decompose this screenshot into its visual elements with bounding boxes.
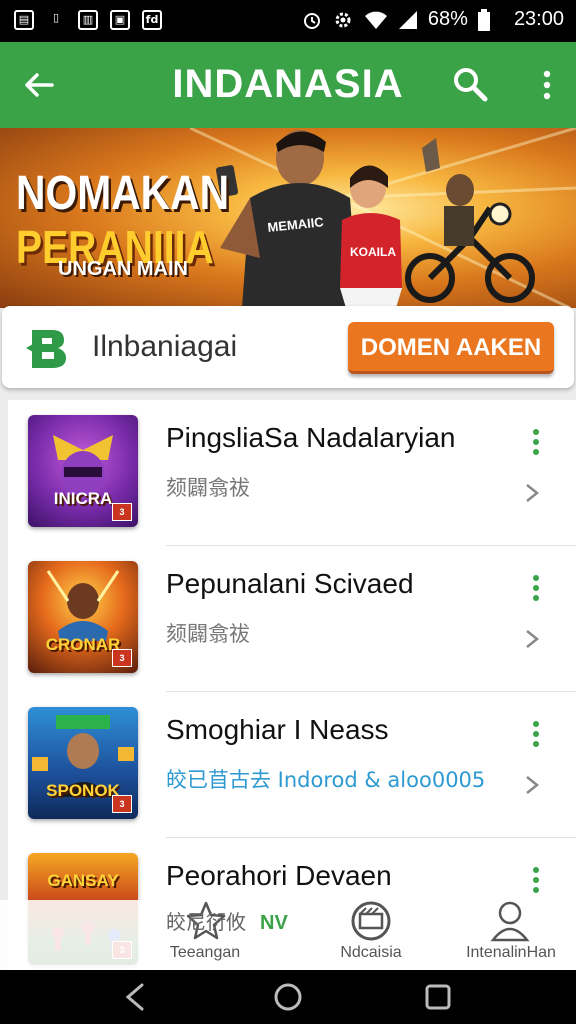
home-icon[interactable] — [273, 982, 303, 1012]
rating-badge-icon: 3 — [112, 503, 132, 521]
rating-badge-icon: 3 — [112, 795, 132, 813]
item-menu-icon[interactable] — [532, 428, 540, 456]
battery-icon — [477, 8, 490, 31]
list-item[interactable]: INICRA 3 PingsliaSa Nadalaryian 颏闢翕祓 — [8, 400, 576, 546]
nv-badge: NV — [260, 912, 288, 934]
banner-tagline: UNGAN MAIN — [58, 258, 188, 280]
app-bar: INDANASIA — [0, 42, 576, 128]
back-icon[interactable] — [122, 982, 148, 1012]
settings-gear-icon — [335, 12, 351, 27]
system-nav-bar — [0, 970, 576, 1024]
game-thumbnail: SPONOK 3 — [28, 707, 138, 819]
chevron-right-icon[interactable] — [522, 774, 542, 796]
signal-icon — [398, 10, 417, 29]
notification-icon: fd — [142, 10, 162, 30]
banner-headline: NOMAKAN — [16, 167, 230, 220]
game-list: INICRA 3 PingsliaSa Nadalaryian 颏闢翕祓 CRO… — [8, 400, 576, 970]
list-item[interactable]: SPONOK 3 Smoghiar I Neass 皎已苜古去 Indorod … — [8, 692, 576, 838]
item-subtitle: 颏闢翕祓 — [166, 476, 250, 500]
nav-extra-label: 皎尼衍攸 — [166, 910, 246, 934]
recents-icon[interactable] — [424, 983, 452, 1011]
item-menu-icon[interactable] — [532, 866, 540, 894]
nav-label: Ndcaisia — [340, 944, 402, 961]
promo-banner[interactable]: MEMAIIC KOAILA NOMAKAN PERANIIIA UNGAN M… — [0, 128, 576, 308]
account-name: Ilnbaniagai — [92, 330, 238, 363]
game-thumbnail: INICRA 3 — [28, 415, 138, 527]
item-subtitle: 颏闢翕祓 — [166, 622, 250, 646]
notification-icon: ▣ — [110, 10, 130, 30]
game-thumbnail: CRONAR 3 — [28, 561, 138, 673]
chevron-right-icon[interactable] — [522, 628, 542, 650]
thumbnail-caption: GANSAY — [47, 871, 119, 890]
rating-badge-icon: 3 — [112, 649, 132, 667]
action-card: Ilnbaniagai DOMEN AAKEN — [2, 306, 574, 388]
notification-icon: ▯ — [52, 11, 60, 24]
notification-icons: ▤ ▯ ▥ ▣ fd — [14, 10, 162, 30]
nav-tab-profile[interactable]: IntenalinHan — [456, 900, 566, 970]
app-title: INDANASIA — [172, 62, 404, 106]
item-title: PingsliaSa Nadalaryian — [166, 422, 456, 453]
chevron-right-icon[interactable] — [522, 482, 542, 504]
notification-icon: ▥ — [78, 10, 98, 30]
item-title: Smoghiar I Neass — [166, 714, 389, 745]
item-menu-icon[interactable] — [532, 720, 540, 748]
shirt-text-2: KOAILA — [350, 245, 396, 259]
bottom-nav: Teeangan Ndcaisia IntenalinHan — [0, 900, 576, 970]
list-item[interactable]: CRONAR 3 Pepunalani Scivaed 颏闢翕祓 — [8, 546, 576, 692]
clock: 23:00 — [513, 8, 564, 30]
nav-label: IntenalinHan — [466, 944, 556, 961]
wifi-icon — [364, 11, 387, 29]
notification-icon: ▤ — [14, 10, 34, 30]
film-reel-icon — [351, 901, 391, 941]
more-vert-icon[interactable] — [542, 70, 552, 100]
item-subtitle[interactable]: 皎已苜古去 Indorod & aloo0005 — [166, 764, 485, 794]
brand-logo-icon — [26, 330, 66, 368]
item-title: Peorahori Devaen — [166, 860, 392, 891]
banner-artwork: MEMAIIC KOAILA — [190, 128, 576, 308]
nav-label: Teeangan — [169, 944, 241, 961]
status-bar: ▤ ▯ ▥ ▣ fd 68% 23:00 — [0, 0, 576, 42]
item-title: Pepunalani Scivaed — [166, 568, 414, 599]
alarm-icon — [303, 12, 320, 29]
item-menu-icon[interactable] — [532, 574, 540, 602]
search-icon[interactable] — [452, 66, 488, 102]
primary-cta-button[interactable]: DOMEN AAKEN — [348, 322, 554, 374]
battery-percent: 68% — [427, 8, 468, 30]
nav-tab-ndcaisia[interactable]: Ndcaisia — [316, 900, 426, 970]
nav-extra-text: 皎尼衍攸 NV — [166, 906, 288, 935]
person-icon — [490, 901, 530, 942]
